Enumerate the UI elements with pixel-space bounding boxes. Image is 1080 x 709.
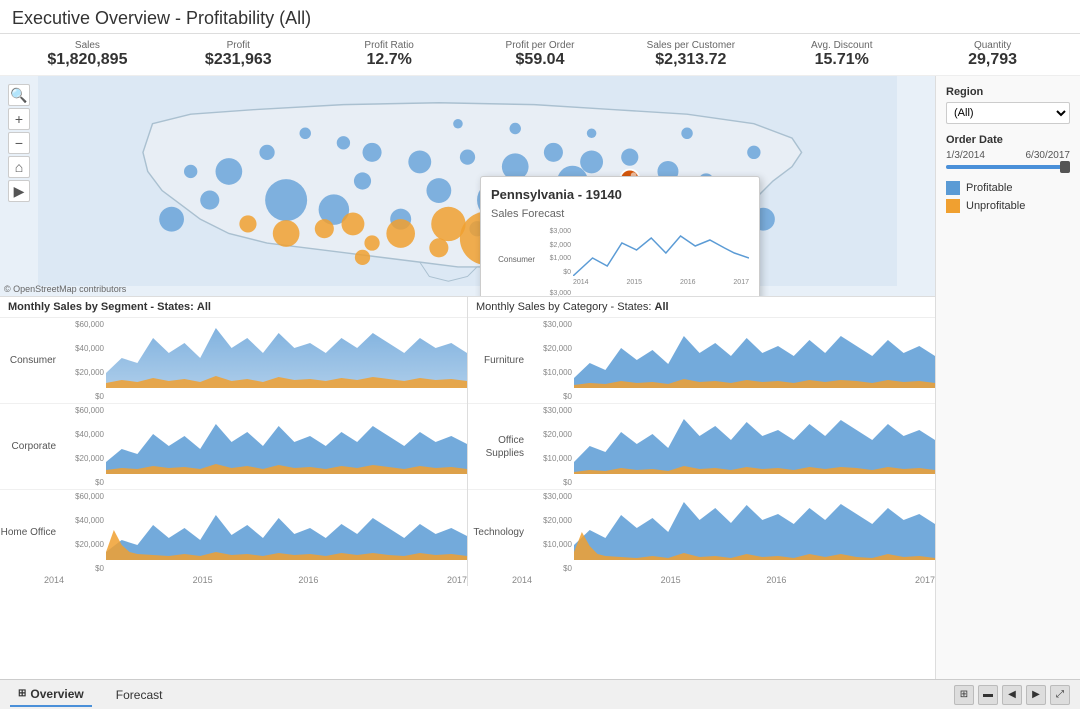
left-charts: Monthly Sales by Segment - States: All C… (0, 297, 467, 586)
expand-button[interactable]: ⤢ (1050, 685, 1070, 705)
pan-button[interactable]: ▶ (8, 180, 30, 202)
tooltip-subtitle: Sales Forecast (491, 208, 749, 220)
map-attribution: © OpenStreetMap contributors (4, 284, 126, 294)
date-slider[interactable] (946, 165, 1070, 169)
corporate-row: Corporate $60,000$40,000$20,000$0 (0, 404, 467, 490)
consumer-row: Consumer $60,000$40,000$20,000$0 (0, 318, 467, 404)
bottom-controls: ⊞ ▬ ◀ ▶ ⤢ (954, 685, 1070, 705)
kpi-profit: Profit $231,963 (163, 40, 314, 69)
order-date-label: Order Date (946, 134, 1070, 146)
left-chart-title: Monthly Sales by Segment - States: All (0, 297, 467, 318)
list-button[interactable]: ▬ (978, 685, 998, 705)
segment-charts-left: Consumer $60,000$40,000$20,000$0 (0, 318, 467, 585)
kpi-quantity: Quantity 29,793 (917, 40, 1068, 69)
right-chart-title: Monthly Sales by Category - States: All (468, 297, 935, 318)
header: Executive Overview - Profitability (All) (0, 0, 1080, 34)
unprofitable-color (946, 199, 960, 213)
date-range: 1/3/2014 6/30/2017 (946, 150, 1070, 161)
legend-unprofitable: Unprofitable (946, 199, 1070, 213)
next-button[interactable]: ▶ (1026, 685, 1046, 705)
zoom-out-button[interactable]: − (8, 132, 30, 154)
prev-button[interactable]: ◀ (1002, 685, 1022, 705)
kpi-sales-per-customer: Sales per Customer $2,313.72 (615, 40, 766, 69)
kpi-profit-ratio: Profit Ratio 12.7% (314, 40, 465, 69)
profitable-color (946, 181, 960, 195)
tab-forecast[interactable]: Forecast (108, 684, 171, 706)
x-axis-labels-left: 2014 2015 2016 2017 (0, 575, 467, 585)
kpi-bar: Sales $1,820,895 Profit $231,963 Profit … (0, 34, 1080, 76)
tooltip: Pennsylvania - 19140 Sales Forecast Cons… (480, 176, 760, 296)
search-button[interactable]: 🔍 (8, 84, 30, 106)
main-area: 🔍 + − ⌂ ▶ (0, 76, 1080, 679)
tooltip-chart-area: Consumer Corporate Home Office $3,000$2,… (491, 228, 749, 296)
right-charts: Monthly Sales by Category - States: All … (468, 297, 935, 586)
x-axis-labels-right: 2014 2015 2016 2017 (468, 575, 935, 585)
unprofitable-label: Unprofitable (966, 200, 1025, 212)
tooltip-title: Pennsylvania - 19140 (491, 187, 749, 202)
map-container[interactable]: 🔍 + − ⌂ ▶ (0, 76, 935, 296)
home-button[interactable]: ⌂ (8, 156, 30, 178)
home-office-row: Home Office $60,000$40,000$20,000$0 (0, 490, 467, 575)
segment-charts-right: Furniture $30,000$20,000$10,000$0 (468, 318, 935, 585)
technology-row: Technology $30,000$20,000$10,000$0 (468, 490, 935, 575)
page-title: Executive Overview - Profitability (All) (12, 8, 1068, 29)
side-panel: Region (All) Order Date 1/3/2014 6/30/20… (935, 76, 1080, 679)
charts-section: Monthly Sales by Segment - States: All C… (0, 296, 935, 586)
tab-overview[interactable]: ⊞ Overview (10, 683, 92, 707)
region-select[interactable]: (All) (946, 102, 1070, 124)
bottom-bar: ⊞ Overview Forecast ⊞ ▬ ◀ ▶ ⤢ (0, 679, 1080, 709)
kpi-profit-per-order: Profit per Order $59.04 (465, 40, 616, 69)
region-label: Region (946, 86, 1070, 98)
overview-icon: ⊞ (18, 688, 26, 699)
corporate-forecast-chart: $3,000$2,000$1,000$0 2014201520162017 (539, 290, 749, 296)
kpi-sales: Sales $1,820,895 (12, 40, 163, 69)
page: Executive Overview - Profitability (All)… (0, 0, 1080, 709)
zoom-in-button[interactable]: + (8, 108, 30, 130)
furniture-row: Furniture $30,000$20,000$10,000$0 (468, 318, 935, 404)
map-controls: 🔍 + − ⌂ ▶ (8, 84, 30, 202)
kpi-avg-discount: Avg. Discount 15.71% (766, 40, 917, 69)
profitable-label: Profitable (966, 182, 1012, 194)
consumer-forecast-chart: $3,000$2,000$1,000$0 2014201520162017 (539, 228, 749, 286)
map-svg (0, 76, 935, 286)
office-supplies-row: OfficeSupplies $30,000$20,000$10,000$0 (468, 404, 935, 490)
grid-button[interactable]: ⊞ (954, 685, 974, 705)
left-section: 🔍 + − ⌂ ▶ (0, 76, 935, 679)
legend-profitable: Profitable (946, 181, 1070, 195)
